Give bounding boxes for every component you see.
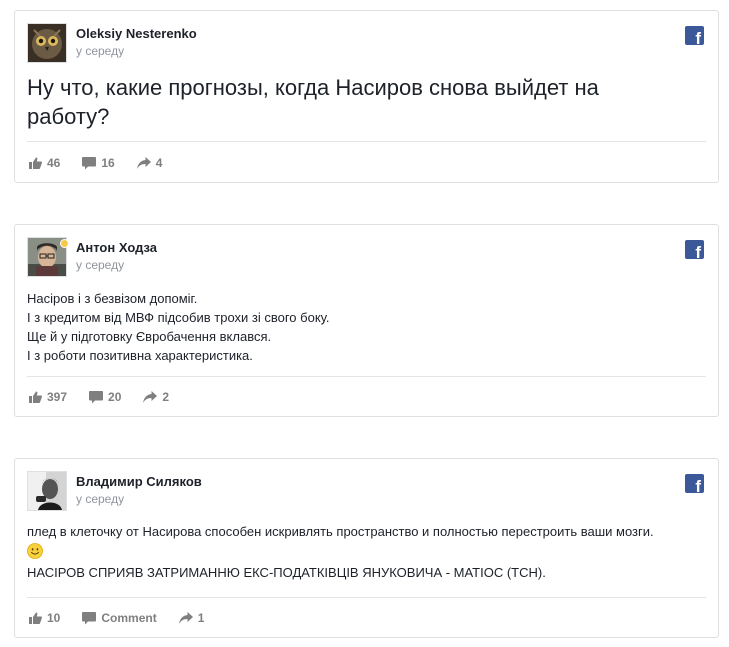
share-button[interactable]: 2 [143,390,169,404]
facebook-icon[interactable]: f [685,240,704,262]
post-card: Oleksiy Nesterenko у середу f Ну что, ка… [14,10,719,183]
online-status-dot [60,239,69,248]
post-text-line: І з кредитом від МВФ підсобив трохи зі с… [27,310,330,325]
like-button[interactable]: 10 [29,611,60,625]
thumbs-up-icon [29,612,42,624]
share-count: 2 [162,390,170,404]
avatar[interactable] [27,23,67,63]
facebook-letter: f [695,477,701,496]
post-text: плед в клеточку от Насирова способен иск… [27,522,707,582]
author-name[interactable]: Oleksiy Nesterenko [76,26,197,41]
share-count: 4 [155,156,163,170]
like-button[interactable]: 46 [29,156,60,170]
post-actions: 46 16 4 [29,154,184,172]
share-count: 1 [197,611,205,625]
post-text-line: НАСІРОВ СПРИЯВ ЗАТРИМАННЮ ЕКС-ПОДАТКІВЦІ… [27,565,546,580]
post-text-line: І з роботи позитивна характеристика. [27,348,253,363]
post-card: Антон Ходза у середу f Насіров і з безві… [14,224,719,417]
post-text-line: плед в клеточку от Насирова способен иск… [27,524,654,539]
post-text: Насіров і з безвізом допоміг. І з кредит… [27,289,707,365]
facebook-icon[interactable]: f [685,26,704,48]
divider [27,597,706,598]
share-arrow-icon [143,391,158,403]
comment-count: 20 [108,390,122,404]
share-arrow-icon [136,157,151,169]
comment-button[interactable]: 20 [89,390,121,404]
share-button[interactable]: 1 [178,611,205,625]
emoji-line [27,541,707,563]
comment-icon [82,156,97,169]
share-arrow-icon [178,612,193,624]
post-actions: 10 Comment 1 [29,609,226,627]
avatar[interactable] [27,471,67,511]
facebook-icon[interactable]: f [685,474,704,496]
divider [27,141,706,142]
thumbs-up-icon [29,391,42,403]
post-card: Владимир Силяков у середу f плед в клето… [14,458,719,638]
comment-label: Comment [101,611,157,625]
post-text: Ну что, какие прогнозы, когда Насиров сн… [27,75,599,129]
comment-button[interactable]: Comment [82,611,157,625]
author-name[interactable]: Антон Ходза [76,240,157,255]
like-count: 10 [47,611,61,625]
comment-button[interactable]: 16 [82,156,115,170]
comment-icon [82,611,97,624]
facebook-letter: f [695,29,701,48]
thumbs-up-icon [29,157,42,169]
like-count: 46 [47,156,61,170]
post-timestamp[interactable]: у середу [76,258,124,272]
post-text-line: Ще й у підготовку Євробачення вклався. [27,329,272,344]
divider [27,376,706,377]
facebook-letter: f [695,243,701,262]
comment-icon [89,390,104,403]
post-actions: 397 20 2 [29,388,191,406]
comment-count: 16 [101,156,115,170]
post-text-line: Насіров і з безвізом допоміг. [27,291,198,306]
like-count: 397 [47,390,68,404]
like-button[interactable]: 397 [29,390,67,404]
share-button[interactable]: 4 [136,156,163,170]
post-timestamp[interactable]: у середу [76,44,124,58]
smiley-icon [27,543,43,559]
post-timestamp[interactable]: у середу [76,492,124,506]
author-name[interactable]: Владимир Силяков [76,474,202,489]
